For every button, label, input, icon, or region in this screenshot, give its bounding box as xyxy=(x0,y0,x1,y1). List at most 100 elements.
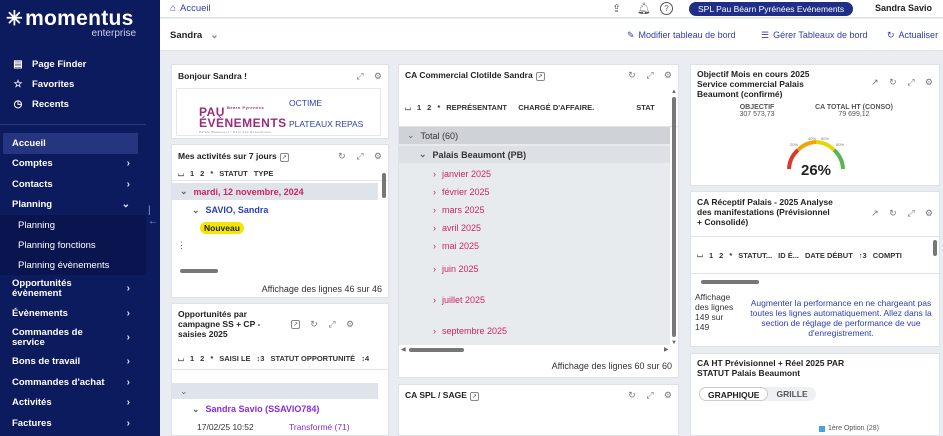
refresh-icon[interactable]: ↻ xyxy=(310,319,318,330)
select-all-checkbox[interactable]: ⌴ xyxy=(405,103,411,113)
nav-commandes-service[interactable]: Commandes de service › xyxy=(0,324,146,352)
scroll-left-arrow-icon[interactable]: ◀ xyxy=(401,346,406,353)
expand-icon[interactable]: ⤢ xyxy=(907,208,915,219)
more-icon[interactable]: ⋮ xyxy=(177,240,186,251)
nav-bons-travail[interactable]: Bons de travail › xyxy=(0,352,146,373)
expand-icon[interactable]: ⤢ xyxy=(646,390,654,401)
user-menu[interactable]: Sandra Savio xyxy=(875,3,932,13)
open-external-icon[interactable]: ↗ xyxy=(291,319,300,329)
help-icon[interactable]: ? xyxy=(660,2,673,15)
plateaux-repas-link[interactable]: PLATEAUX REPAS xyxy=(289,119,363,129)
page-finder-link[interactable]: ▤ Page Finder xyxy=(0,54,146,74)
nav-activites[interactable]: Activités › xyxy=(0,393,146,414)
expand-icon[interactable]: ⤢ xyxy=(907,77,915,88)
recents-link[interactable]: ◷ Recents xyxy=(0,94,146,114)
vertical-scrollbar[interactable] xyxy=(382,173,386,198)
nav-opportunites[interactable]: Opportunités évènement › xyxy=(0,275,146,303)
person-group-row[interactable]: ⌄ SAVIO, Sandra xyxy=(172,202,388,218)
panel-header: Opportunités par campagne SS + CP - sais… xyxy=(178,309,355,339)
refresh-icon[interactable]: ↻ xyxy=(628,390,636,401)
open-external-icon[interactable]: ↗ xyxy=(279,152,289,162)
horizontal-scrollbar[interactable] xyxy=(701,280,759,284)
month-row-septembre[interactable]: › septembre 2025 xyxy=(399,322,670,339)
month-row-juillet[interactable]: › juillet 2025 xyxy=(399,291,670,308)
select-all-checkbox[interactable]: ⌴ xyxy=(178,354,184,364)
group-row[interactable]: ⌄ xyxy=(172,383,378,399)
refresh-button[interactable]: ↻ Actualiser xyxy=(887,30,938,41)
home-breadcrumb[interactable]: ⌂ Accueil xyxy=(170,3,211,14)
scroll-up-arrow-icon[interactable]: ▲ xyxy=(671,89,677,95)
vertical-scrollbar[interactable] xyxy=(672,97,676,337)
palais-group-row[interactable]: ⌄ Palais Beaumont (PB) xyxy=(399,146,670,163)
nav-evenements[interactable]: Évènements › xyxy=(0,303,146,324)
open-external-icon[interactable]: ↗ xyxy=(535,71,545,81)
octime-link[interactable]: OCTIME xyxy=(289,98,322,108)
horizontal-scrollbar[interactable] xyxy=(409,348,464,352)
settings-icon[interactable]: ⚙ xyxy=(374,71,382,82)
ca-spl-sage-panel: CA SPL / SAGE ↗ ↻ ⤢ ⚙ xyxy=(398,384,679,436)
month-row-janvier[interactable]: › janvier 2025 xyxy=(399,165,670,182)
chevron-down-icon: ⌄ xyxy=(121,199,130,211)
dashboard-selector[interactable]: Sandra ⌄ xyxy=(170,30,219,41)
settings-icon[interactable]: ⚙ xyxy=(925,77,933,88)
favorites-link[interactable]: ☆ Favorites xyxy=(0,74,146,94)
performance-message-link[interactable]: Augmenter la performance en ne chargeant… xyxy=(745,298,937,338)
date-group-row[interactable]: ⌄ mardi, 12 novembre, 2024 xyxy=(172,183,378,200)
settings-icon[interactable]: ⚙ xyxy=(346,319,354,330)
refresh-icon[interactable]: ↻ xyxy=(889,208,897,219)
manage-dashboards-button[interactable]: ☰ Gérer Tableaux de bord xyxy=(761,30,867,41)
momentus-logo[interactable]: ✳momentus enterprise xyxy=(6,6,142,40)
month-row-juin[interactable]: › juin 2025 xyxy=(399,260,670,277)
horizontal-scrollbar[interactable] xyxy=(180,269,218,273)
settings-icon[interactable]: ⚙ xyxy=(664,70,672,81)
nav-planning[interactable]: Planning ⌄ xyxy=(0,195,146,216)
panel-header: CA Réceptif Palais - 2025 Analyse des ma… xyxy=(697,197,933,227)
scroll-down-arrow-icon[interactable]: ▼ xyxy=(671,340,677,346)
table-row[interactable]: 17/02/25 10:52 Transformé (71) xyxy=(172,420,388,434)
expand-icon[interactable]: ⤢ xyxy=(646,70,654,81)
scroll-right-arrow-icon[interactable]: ▶ xyxy=(664,346,669,353)
edit-dashboard-button[interactable]: ✎ Modifier tableau de bord xyxy=(627,30,736,41)
bell-icon[interactable]: 🔔︎ xyxy=(637,2,651,15)
open-external-icon[interactable]: ↗ xyxy=(871,77,879,88)
panel-header: Objectif Mois en cours 2025 Service comm… xyxy=(697,69,933,99)
month-row-mars[interactable]: › mars 2025 xyxy=(399,201,670,218)
nav-comptes[interactable]: Comptes › xyxy=(0,154,146,175)
refresh-icon[interactable]: ↻ xyxy=(889,77,897,88)
nav-sub-planning[interactable]: Planning xyxy=(0,215,146,235)
open-external-icon[interactable]: ↗ xyxy=(871,208,879,219)
table-header: ⌴ 1 2 * SAISI LE ↕3 STATUT OPPORTUNITÉ ↕4 xyxy=(172,348,388,370)
chevron-right-icon: › xyxy=(126,158,130,170)
expand-icon[interactable]: ⤢ xyxy=(356,71,364,82)
person-group-row[interactable]: ⌄ Sandra Savio (SSAVIO784) xyxy=(172,401,388,417)
opportunities-panel: Opportunités par campagne SS + CP - sais… xyxy=(171,303,389,436)
select-all-checkbox[interactable]: ⌴ xyxy=(697,250,703,260)
nav-factures[interactable]: Factures › xyxy=(0,413,146,434)
chevron-down-icon: ⌄ xyxy=(180,385,188,396)
vertical-scrollbar[interactable] xyxy=(933,240,937,256)
open-external-icon[interactable]: ↗ xyxy=(469,391,479,401)
expand-icon[interactable]: ⤢ xyxy=(328,319,336,330)
nav-commandes-achat[interactable]: Commandes d'achat › xyxy=(0,372,146,393)
nav-sub-planning-evenements[interactable]: Planning évènements xyxy=(0,255,146,275)
tab-grille[interactable]: GRILLE xyxy=(768,387,815,401)
refresh-icon[interactable]: ↻ xyxy=(338,151,346,162)
settings-icon[interactable]: ⚙ xyxy=(925,208,933,219)
month-row-avril[interactable]: › avril 2025 xyxy=(399,219,670,236)
total-group-row[interactable]: ⌄ Total (60) xyxy=(399,127,670,144)
month-row-fevrier[interactable]: › février 2025 xyxy=(399,183,670,200)
sidebar-collapse-handle[interactable]: |← xyxy=(146,0,160,436)
month-row-mai[interactable]: › mai 2025 xyxy=(399,237,670,254)
nav-sub-planning-fonctions[interactable]: Planning fonctions xyxy=(0,235,146,255)
nav-accueil[interactable]: Accueil xyxy=(3,133,138,154)
grouped-rows: ⌄ Total (60) ⌄ Palais Beaumont (PB) › janvi… xyxy=(399,127,670,345)
settings-icon[interactable]: ⚙ xyxy=(374,151,382,162)
refresh-icon[interactable]: ↻ xyxy=(628,70,636,81)
company-selector-button[interactable]: SPL Pau Béarn Pyrénées Evénements xyxy=(689,2,854,16)
tab-graphique[interactable]: GRAPHIQUE xyxy=(699,387,769,401)
upload-icon[interactable]: ⇪ xyxy=(612,2,621,15)
expand-icon[interactable]: ⤢ xyxy=(356,151,364,162)
nav-contacts[interactable]: Contacts › xyxy=(0,174,146,195)
select-all-checkbox[interactable]: ⌴ xyxy=(178,169,184,179)
settings-icon[interactable]: ⚙ xyxy=(664,390,672,401)
